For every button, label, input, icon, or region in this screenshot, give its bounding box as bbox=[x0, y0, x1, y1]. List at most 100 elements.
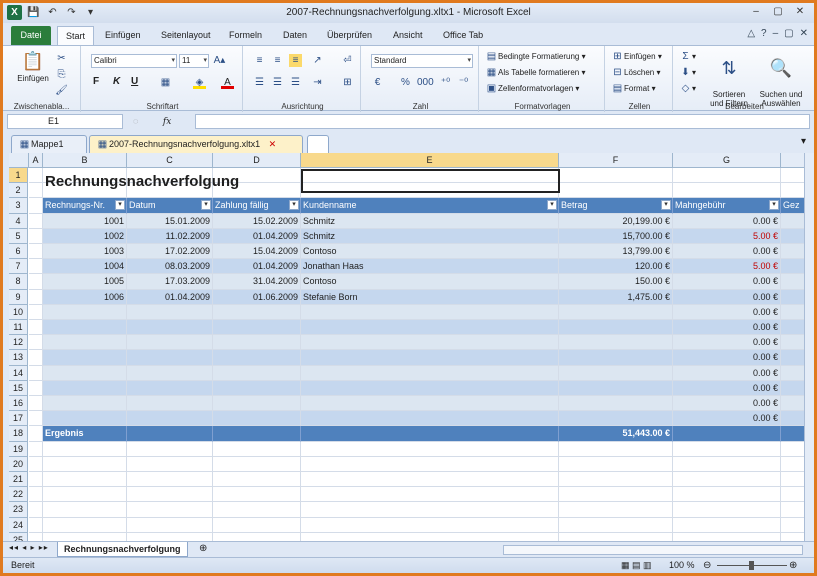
column-header-e[interactable]: E bbox=[301, 153, 559, 168]
table-cell[interactable] bbox=[213, 396, 301, 412]
table-cell[interactable] bbox=[301, 304, 559, 320]
grid-cell[interactable] bbox=[43, 441, 127, 457]
grid-cell[interactable] bbox=[559, 456, 673, 472]
total-row-cell[interactable] bbox=[673, 426, 781, 442]
grid-cell[interactable] bbox=[559, 168, 673, 184]
doc-restore-icon[interactable]: ▢ bbox=[784, 28, 793, 39]
align-center-button[interactable]: ☰ bbox=[271, 76, 284, 89]
row-header-19[interactable]: 19 bbox=[9, 441, 28, 457]
autosum-button[interactable]: Σ ▾ bbox=[679, 50, 696, 63]
align-bottom-button[interactable]: ≡ bbox=[289, 54, 302, 67]
grid-cell[interactable] bbox=[127, 441, 213, 457]
format-cells-button[interactable]: ▤ Format ▾ bbox=[611, 82, 656, 95]
table-cell[interactable]: 0.00 € bbox=[673, 213, 781, 229]
zoom-in-icon[interactable]: ⊕ bbox=[789, 558, 797, 573]
row-header-9[interactable]: 9 bbox=[9, 289, 28, 305]
grid-cell[interactable] bbox=[29, 350, 43, 366]
table-cell[interactable]: 15.02.2009 bbox=[213, 213, 301, 229]
grid-cell[interactable] bbox=[29, 213, 43, 229]
grid-cell[interactable] bbox=[29, 168, 43, 184]
table-cell[interactable]: 1004 bbox=[43, 259, 127, 275]
column-header-c[interactable]: C bbox=[127, 153, 213, 168]
grid-cell[interactable] bbox=[673, 502, 781, 518]
grid-cell[interactable] bbox=[301, 517, 559, 533]
row-header-25[interactable]: 25 bbox=[9, 532, 28, 541]
doc-minimize-icon[interactable]: – bbox=[773, 28, 779, 39]
grid-cell[interactable] bbox=[29, 472, 43, 488]
row-header-10[interactable]: 10 bbox=[9, 304, 28, 320]
table-header-cell[interactable]: Betrag ▾ bbox=[559, 198, 673, 214]
table-header-cell[interactable]: Rechnungs-Nr. ▾ bbox=[43, 198, 127, 214]
grid-cell[interactable] bbox=[29, 228, 43, 244]
row-header-21[interactable]: 21 bbox=[9, 472, 28, 488]
table-cell[interactable] bbox=[127, 350, 213, 366]
horizontal-scrollbar[interactable] bbox=[503, 545, 803, 555]
grid-cell[interactable] bbox=[213, 517, 301, 533]
view-buttons[interactable]: ▦ ▤ ▥ bbox=[621, 558, 652, 573]
grid-cell[interactable] bbox=[301, 441, 559, 457]
format-as-table-button[interactable]: ▦ Als Tabelle formatieren ▾ bbox=[485, 66, 586, 79]
spreadsheet-grid[interactable]: A B C D E F G 1 2 3 4 5 6 7 8 9 10 11 12 13 14 15 16 17 18 19 20 21… bbox=[9, 153, 804, 541]
grid-cell[interactable] bbox=[29, 320, 43, 336]
table-cell[interactable]: 17.03.2009 bbox=[127, 274, 213, 290]
grid-cell[interactable] bbox=[673, 456, 781, 472]
table-cell[interactable] bbox=[127, 304, 213, 320]
table-cell[interactable] bbox=[781, 350, 804, 366]
grid-cell[interactable] bbox=[29, 487, 43, 503]
table-cell[interactable]: 1006 bbox=[43, 289, 127, 305]
row-header-5[interactable]: 5 bbox=[9, 228, 28, 244]
row-header-18[interactable]: 18 bbox=[9, 426, 28, 442]
grid-cell[interactable] bbox=[43, 517, 127, 533]
table-cell[interactable] bbox=[301, 396, 559, 412]
table-header-cell[interactable]: Gez bbox=[781, 198, 804, 214]
table-cell[interactable] bbox=[301, 365, 559, 381]
row-header-1[interactable]: 1 bbox=[9, 168, 28, 184]
row-header-4[interactable]: 4 bbox=[9, 213, 28, 229]
table-cell[interactable]: 1005 bbox=[43, 274, 127, 290]
grid-cell[interactable] bbox=[301, 487, 559, 503]
grid-cell[interactable] bbox=[29, 289, 43, 305]
bold-button[interactable]: F bbox=[93, 76, 99, 87]
grid-cell[interactable] bbox=[673, 532, 781, 541]
wrap-text-button[interactable]: ⏎ bbox=[341, 54, 354, 67]
filter-dropdown-icon[interactable]: ▾ bbox=[769, 200, 779, 211]
tab-start[interactable]: Start bbox=[57, 26, 95, 45]
row-header-6[interactable]: 6 bbox=[9, 244, 28, 260]
thousands-button[interactable]: 000 bbox=[417, 76, 434, 89]
fill-button[interactable]: ⬇ ▾ bbox=[679, 66, 696, 79]
grid-cell[interactable] bbox=[29, 183, 43, 199]
close-tab-icon[interactable]: ✕ bbox=[269, 139, 277, 149]
align-top-button[interactable]: ≡ bbox=[253, 54, 266, 67]
column-header-a[interactable]: A bbox=[29, 153, 43, 168]
underline-button[interactable]: U bbox=[131, 76, 138, 87]
table-cell[interactable]: 150.00 € bbox=[559, 274, 673, 290]
help-icon[interactable]: ? bbox=[761, 28, 767, 39]
table-cell[interactable]: 0.00 € bbox=[673, 244, 781, 260]
table-cell[interactable]: 120.00 € bbox=[559, 259, 673, 275]
tab-datei[interactable]: Datei bbox=[11, 26, 51, 45]
table-header-cell[interactable]: Mahngebühr ▾ bbox=[673, 198, 781, 214]
grid-cell[interactable] bbox=[559, 441, 673, 457]
clear-button[interactable]: ◇ ▾ bbox=[679, 82, 696, 95]
grid-cell[interactable] bbox=[43, 532, 127, 541]
grid-cell[interactable] bbox=[29, 441, 43, 457]
doc-tab-mappe1[interactable]: ▦ Mappe1 bbox=[11, 135, 87, 153]
tab-ueberpruefen[interactable]: Überprüfen bbox=[319, 26, 380, 45]
table-cell[interactable]: 20,199.00 € bbox=[559, 213, 673, 229]
table-cell[interactable] bbox=[43, 365, 127, 381]
table-cell[interactable]: 0.00 € bbox=[673, 335, 781, 351]
table-cell[interactable]: 0.00 € bbox=[673, 289, 781, 305]
table-cell[interactable] bbox=[301, 411, 559, 427]
tab-ansicht[interactable]: Ansicht bbox=[385, 26, 431, 45]
align-right-button[interactable]: ☰ bbox=[289, 76, 302, 89]
table-cell[interactable] bbox=[559, 304, 673, 320]
grid-cell[interactable] bbox=[781, 457, 804, 472]
doc-tab-rechnungsnachverfolgung[interactable]: ▦ 2007-Rechnungsnachverfolgung.xltx1 ✕ bbox=[89, 135, 303, 153]
table-cell[interactable] bbox=[213, 350, 301, 366]
grid-cell[interactable] bbox=[559, 517, 673, 533]
conditional-format-button[interactable]: ▤ Bedingte Formatierung ▾ bbox=[485, 50, 586, 63]
find-select-button[interactable]: 🔍 Suchen und Auswählen bbox=[755, 48, 807, 108]
table-cell[interactable]: 01.04.2009 bbox=[213, 259, 301, 275]
font-color-button[interactable]: A bbox=[221, 76, 234, 89]
row-header-20[interactable]: 20 bbox=[9, 456, 28, 472]
